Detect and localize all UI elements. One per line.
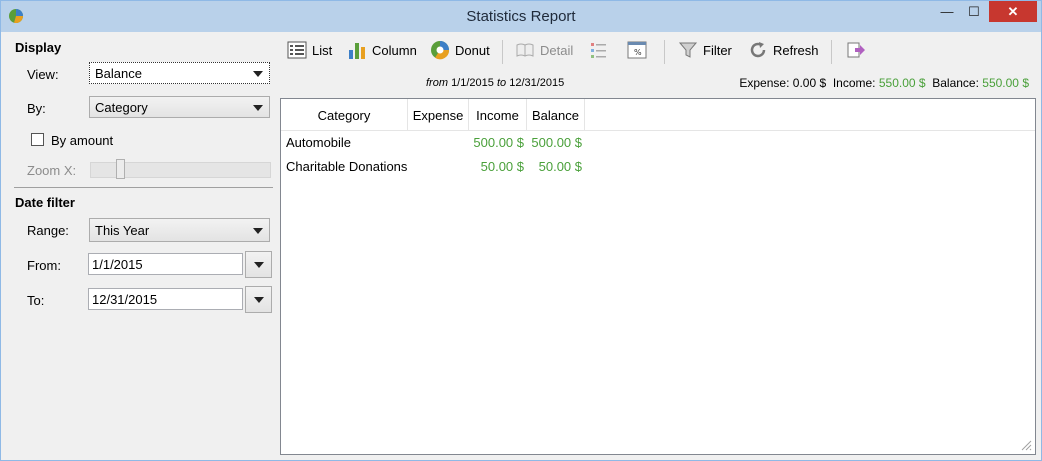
by-combobox[interactable]: Category — [89, 96, 270, 118]
view-value: Balance — [95, 66, 142, 81]
statistics-table[interactable]: Category Expense Income Balance Automobi… — [280, 98, 1036, 455]
income-cell: 500.00 $ — [473, 135, 524, 150]
chevron-down-icon — [253, 71, 263, 77]
filter-button[interactable]: Filter — [678, 38, 732, 62]
funnel-icon — [678, 42, 698, 58]
date-range-text: from 1/1/2015 to 12/31/2015 — [426, 77, 564, 89]
column-chart-icon — [349, 43, 365, 59]
range-from-date: 1/1/2015 — [451, 77, 494, 89]
from-date-value: 1/1/2015 — [92, 257, 143, 272]
from-date-dropdown-button[interactable] — [245, 251, 272, 278]
to-word: to — [496, 77, 507, 89]
view-combobox[interactable]: Balance — [89, 62, 270, 84]
category-cell: Automobile — [286, 135, 352, 150]
detail-button[interactable]: Detail — [515, 38, 573, 62]
donut-chart-icon — [431, 41, 450, 60]
donut-button[interactable]: Donut — [430, 38, 490, 62]
to-label: To: — [27, 293, 45, 308]
column-header-balance[interactable]: Balance — [527, 99, 585, 130]
list-button[interactable]: List — [287, 38, 332, 62]
display-section-title: Display — [15, 40, 62, 55]
statistics-report-window: Statistics Report — ☐ ✕ Display View: Ba… — [0, 0, 1042, 461]
refresh-button[interactable]: Refresh — [748, 38, 819, 62]
range-value: This Year — [95, 223, 150, 238]
expense-total-label: Expense: — [739, 76, 790, 90]
column-header-expense[interactable]: Expense — [408, 99, 469, 130]
range-combobox[interactable]: This Year — [89, 218, 270, 242]
table-row[interactable]: Charitable Donations 50.00 $ 50.00 $ — [281, 155, 601, 179]
range-label: Range: — [27, 223, 69, 238]
from-date-field[interactable]: 1/1/2015 — [88, 253, 243, 275]
income-cell: 50.00 $ — [480, 159, 524, 174]
filter-button-label: Filter — [703, 42, 732, 58]
by-amount-checkbox[interactable] — [31, 133, 44, 146]
expense-total-value: 0.00 $ — [792, 76, 827, 90]
summary-bar: from 1/1/2015 to 12/31/2015 Expense: 0.0… — [280, 68, 1037, 96]
detail-button-label: Detail — [540, 42, 574, 58]
to-date-dropdown-button[interactable] — [245, 286, 272, 313]
by-label: By: — [27, 101, 46, 116]
by-value: Category — [95, 100, 148, 115]
toolbar-separator — [502, 40, 503, 64]
section-divider — [14, 187, 273, 188]
chevron-down-icon — [253, 228, 263, 234]
zoom-x-label: Zoom X: — [27, 163, 77, 178]
sidebar-panel: Display View: Balance By: Category By am… — [2, 32, 278, 459]
totals-text: Expense: 0.00 $ Income: 550.00 $ Balance… — [739, 76, 1029, 90]
svg-text:%: % — [634, 48, 642, 57]
column-button-label: Column — [372, 42, 417, 58]
legend-list-icon — [591, 43, 606, 58]
donut-button-label: Donut — [455, 42, 490, 58]
title-bar[interactable]: Statistics Report — ☐ ✕ — [1, 1, 1041, 32]
date-filter-section-title: Date filter — [15, 195, 75, 210]
balance-total-label: Balance: — [932, 76, 979, 90]
income-total-value: 550.00 $ — [878, 76, 926, 90]
resize-grip-icon[interactable] — [1020, 439, 1032, 451]
balance-cell: 50.00 $ — [538, 159, 582, 174]
list-icon — [287, 41, 307, 59]
column-header-category[interactable]: Category — [281, 99, 408, 130]
legend-toggle-button[interactable] — [589, 38, 614, 62]
toolbar: List Column Donut Detail % Filter Refres… — [280, 32, 1037, 68]
percent-window-icon: % — [627, 41, 647, 59]
table-row[interactable]: Automobile 500.00 $ 500.00 $ — [281, 131, 601, 155]
chevron-down-icon — [253, 105, 263, 111]
column-header-income[interactable]: Income — [469, 99, 527, 130]
balance-total-value: 550.00 $ — [982, 76, 1029, 90]
table-header: Category Expense Income Balance — [281, 99, 1035, 131]
refresh-button-label: Refresh — [773, 42, 819, 58]
maximize-button[interactable]: ☐ — [961, 1, 987, 23]
zoom-x-slider-thumb[interactable] — [116, 159, 125, 179]
by-amount-label[interactable]: By amount — [51, 133, 113, 148]
export-button[interactable] — [846, 38, 871, 62]
to-date-value: 12/31/2015 — [92, 292, 158, 307]
percent-button[interactable]: % — [627, 38, 652, 62]
refresh-icon — [750, 42, 766, 58]
book-icon — [516, 43, 534, 57]
range-to-date: 12/31/2015 — [509, 77, 565, 89]
to-date-field[interactable]: 12/31/2015 — [88, 288, 243, 310]
income-total-label: Income: — [832, 76, 876, 90]
column-button[interactable]: Column — [347, 38, 417, 62]
from-word: from — [426, 77, 448, 89]
list-button-label: List — [312, 42, 333, 58]
toolbar-separator — [664, 40, 665, 64]
toolbar-separator — [831, 40, 832, 64]
close-button[interactable]: ✕ — [989, 1, 1037, 22]
from-label: From: — [27, 258, 61, 273]
chevron-down-icon — [254, 297, 264, 303]
chevron-down-icon — [254, 262, 264, 268]
window-title: Statistics Report — [466, 8, 576, 25]
view-label: View: — [27, 67, 59, 82]
category-cell: Charitable Donations — [286, 159, 408, 174]
export-icon — [847, 42, 865, 58]
balance-cell: 500.00 $ — [531, 135, 582, 150]
minimize-button[interactable]: — — [934, 1, 960, 23]
